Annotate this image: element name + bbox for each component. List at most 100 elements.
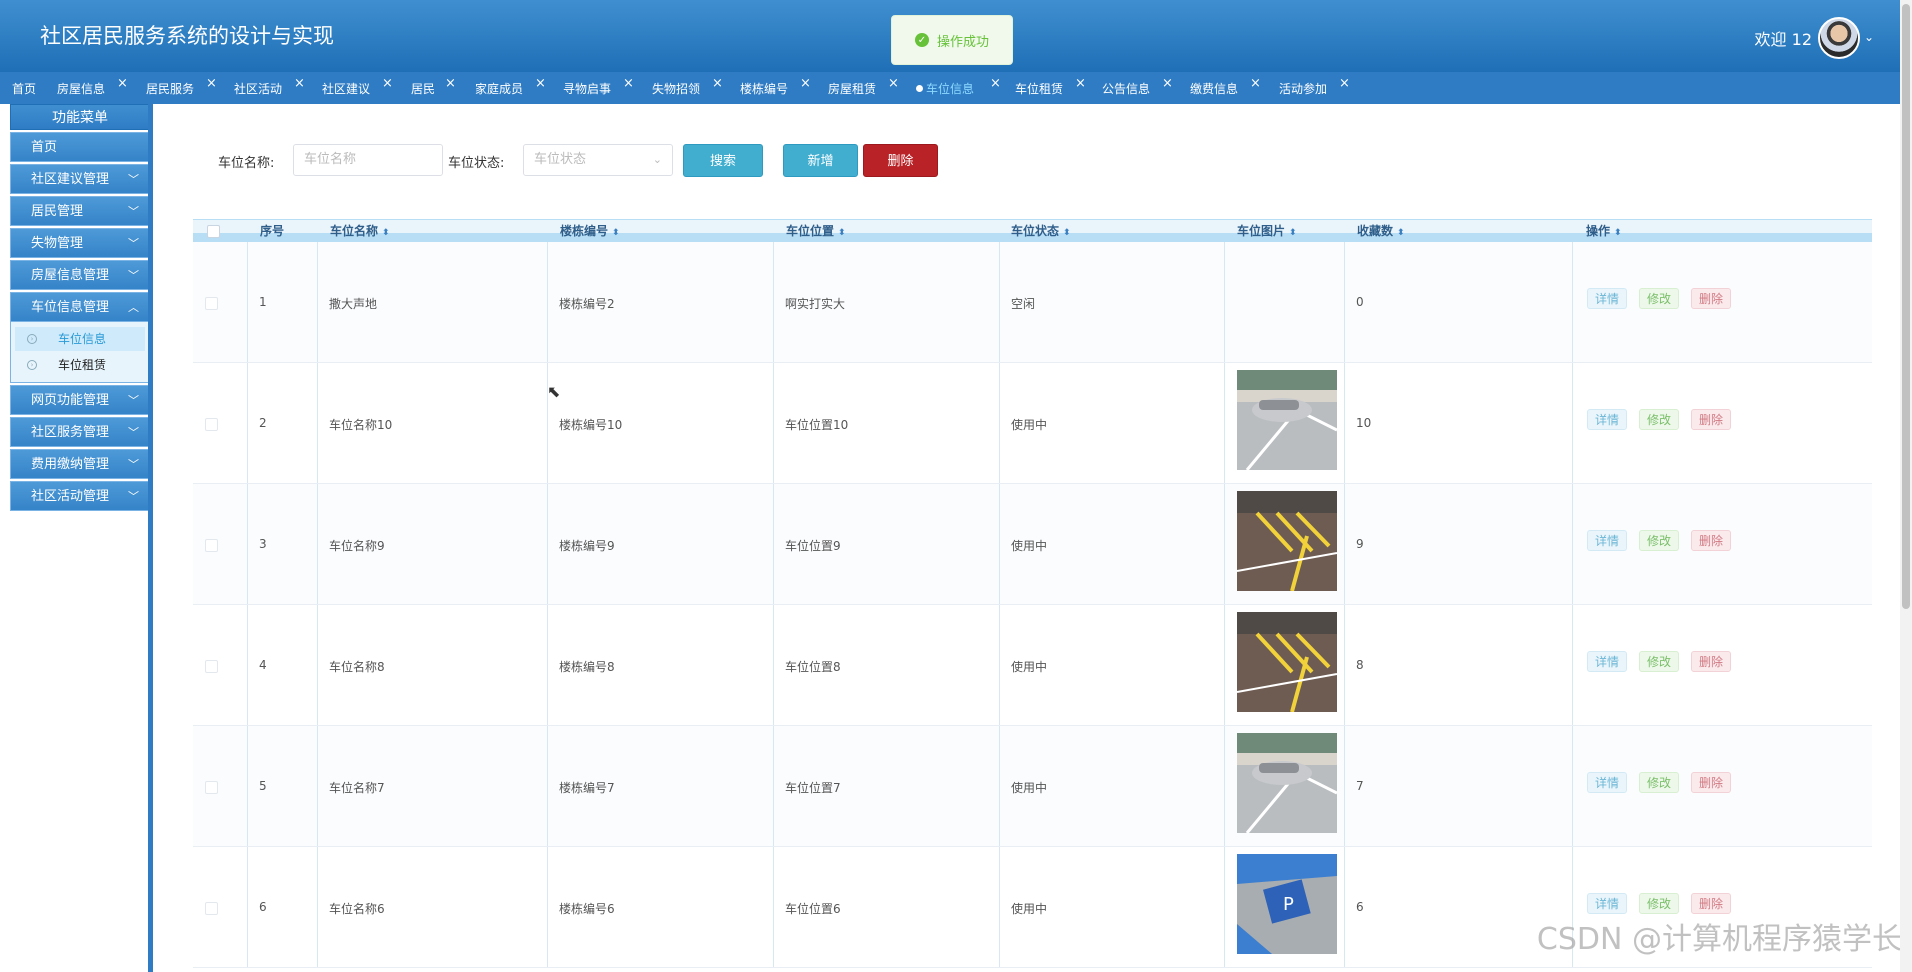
sidebar-item-9[interactable]: 社区活动管理 ﹀ [10,481,150,511]
scrollbar-thumb[interactable] [1902,4,1910,609]
sidebar-item-6[interactable]: 网页功能管理 ﹀ [10,385,150,415]
close-icon[interactable]: × [888,76,899,91]
delete-button[interactable]: 删除 [1691,288,1732,309]
edit-button[interactable]: 修改 [1639,530,1680,551]
tab-5[interactable]: 居民 × [411,76,456,97]
sidebar-item-1[interactable]: 社区建议管理 ﹀ [10,164,150,194]
column-header-3[interactable]: 车位位置 ⬍ [786,222,846,239]
tab-9[interactable]: 楼栋编号 × [740,76,811,97]
chevron-down-icon[interactable]: ⌄ [1864,30,1874,44]
submenu-item-1[interactable]: › 车位租赁 [15,353,145,377]
detail-button[interactable]: 详情 [1587,651,1628,672]
edit-button[interactable]: 修改 [1639,893,1680,914]
sidebar-item-3[interactable]: 失物管理 ﹀ [10,228,150,258]
sidebar-item-2[interactable]: 居民管理 ﹀ [10,196,150,226]
close-icon[interactable]: × [800,76,811,91]
close-icon[interactable]: × [712,76,723,91]
row-checkbox[interactable] [205,902,218,915]
sidebar-item-0[interactable]: 首页 [10,132,150,162]
column-header-5[interactable]: 车位图片 ⬍ [1237,222,1297,239]
close-icon[interactable]: × [382,76,393,91]
status-select[interactable]: 车位状态 ⌄ [523,144,673,176]
edit-button[interactable]: 修改 [1639,409,1680,430]
close-icon[interactable]: × [623,76,634,91]
row-checkbox[interactable] [205,418,218,431]
close-icon[interactable]: × [1339,76,1350,91]
close-icon[interactable]: × [1250,76,1261,91]
detail-button[interactable]: 详情 [1587,772,1628,793]
tab-0[interactable]: 首页 [12,80,36,97]
tab-8[interactable]: 失物招领 × [652,76,723,97]
detail-button[interactable]: 详情 [1587,530,1628,551]
sidebar-item-7[interactable]: 社区服务管理 ﹀ [10,417,150,447]
edit-button[interactable]: 修改 [1639,288,1680,309]
column-header-2[interactable]: 楼栋编号 ⬍ [560,222,620,239]
close-icon[interactable]: × [117,76,128,91]
tab-4[interactable]: 社区建议 × [322,76,393,97]
close-icon[interactable]: × [294,76,305,91]
parking-photo[interactable] [1237,491,1337,591]
sort-icon[interactable]: ⬍ [838,228,846,238]
tab-3[interactable]: 社区活动 × [234,76,305,97]
tab-7[interactable]: 寻物启事 × [563,76,634,97]
delete-button[interactable]: 删除 [1691,409,1732,430]
edit-button[interactable]: 修改 [1639,651,1680,672]
column-header-0[interactable]: 序号 [260,222,284,239]
sort-icon[interactable]: ⬍ [1063,228,1071,238]
column-header-4[interactable]: 车位状态 ⬍ [1011,222,1071,239]
sort-icon[interactable]: ⬍ [1614,228,1622,238]
table-row[interactable]: 1 撒大声地 楼栋编号2 啊实打实大 空闲 0 详情 修改 删除 [193,242,1872,363]
sidebar-item-8[interactable]: 费用缴纳管理 ﹀ [10,449,150,479]
row-checkbox[interactable] [205,781,218,794]
avatar[interactable] [1818,17,1860,59]
close-icon[interactable]: × [206,76,217,91]
tab-15[interactable]: 活动参加 × [1279,76,1350,97]
delete-button[interactable]: 删除 [1691,893,1732,914]
add-button[interactable]: 新增 [783,144,858,177]
parking-photo[interactable] [1237,370,1337,470]
parking-photo[interactable] [1237,733,1337,833]
submenu-item-0[interactable]: › 车位信息 [15,327,145,351]
close-icon[interactable]: × [990,76,1001,91]
sort-icon[interactable]: ⬍ [612,228,620,238]
close-icon[interactable]: × [1162,76,1173,91]
parking-photo[interactable] [1237,612,1337,712]
batch-delete-button[interactable]: 删除 [863,144,938,177]
row-checkbox[interactable] [205,297,218,310]
sidebar-item-5[interactable]: 车位信息管理 ︿ [10,292,150,322]
row-checkbox[interactable] [205,660,218,673]
tab-1[interactable]: 房屋信息 × [57,76,128,97]
table-row[interactable]: 4 车位名称8 楼栋编号8 车位位置8 使用中 8 详情 修改 删除 [193,605,1872,726]
column-header-7[interactable]: 操作 ⬍ [1586,222,1622,239]
detail-button[interactable]: 详情 [1587,893,1628,914]
sort-icon[interactable]: ⬍ [1397,228,1405,238]
select-all-checkbox[interactable] [207,225,220,238]
tab-2[interactable]: 居民服务 × [146,76,217,97]
sort-icon[interactable]: ⬍ [382,228,390,238]
sidebar-item-4[interactable]: 房屋信息管理 ﹀ [10,260,150,290]
detail-button[interactable]: 详情 [1587,288,1628,309]
tab-14[interactable]: 缴费信息 × [1190,76,1261,97]
tab-12[interactable]: 车位租赁 × [1015,76,1086,97]
table-row[interactable]: 2 车位名称10 楼栋编号10 车位位置10 使用中 10 详情 修改 删除 [193,363,1872,484]
table-row[interactable]: 3 车位名称9 楼栋编号9 车位位置9 使用中 9 详情 修改 删除 [193,484,1872,605]
delete-button[interactable]: 删除 [1691,772,1732,793]
delete-button[interactable]: 删除 [1691,651,1732,672]
table-row[interactable]: 5 车位名称7 楼栋编号7 车位位置7 使用中 7 详情 修改 删除 [193,726,1872,847]
delete-button[interactable]: 删除 [1691,530,1732,551]
tab-6[interactable]: 家庭成员 × [475,76,546,97]
close-icon[interactable]: × [445,76,456,91]
scrollbar[interactable] [1900,0,1912,972]
search-button[interactable]: 搜索 [683,144,763,177]
tab-10[interactable]: 房屋租赁 × [828,76,899,97]
name-search-input[interactable]: 车位名称 [293,144,443,176]
detail-button[interactable]: 详情 [1587,409,1628,430]
sort-icon[interactable]: ⬍ [1289,228,1297,238]
parking-photo[interactable]: P [1237,854,1337,954]
close-icon[interactable]: × [535,76,546,91]
tab-11[interactable]: 车位信息 × [916,76,1001,97]
edit-button[interactable]: 修改 [1639,772,1680,793]
row-checkbox[interactable] [205,539,218,552]
column-header-1[interactable]: 车位名称 ⬍ [330,222,390,239]
close-icon[interactable]: × [1075,76,1086,91]
